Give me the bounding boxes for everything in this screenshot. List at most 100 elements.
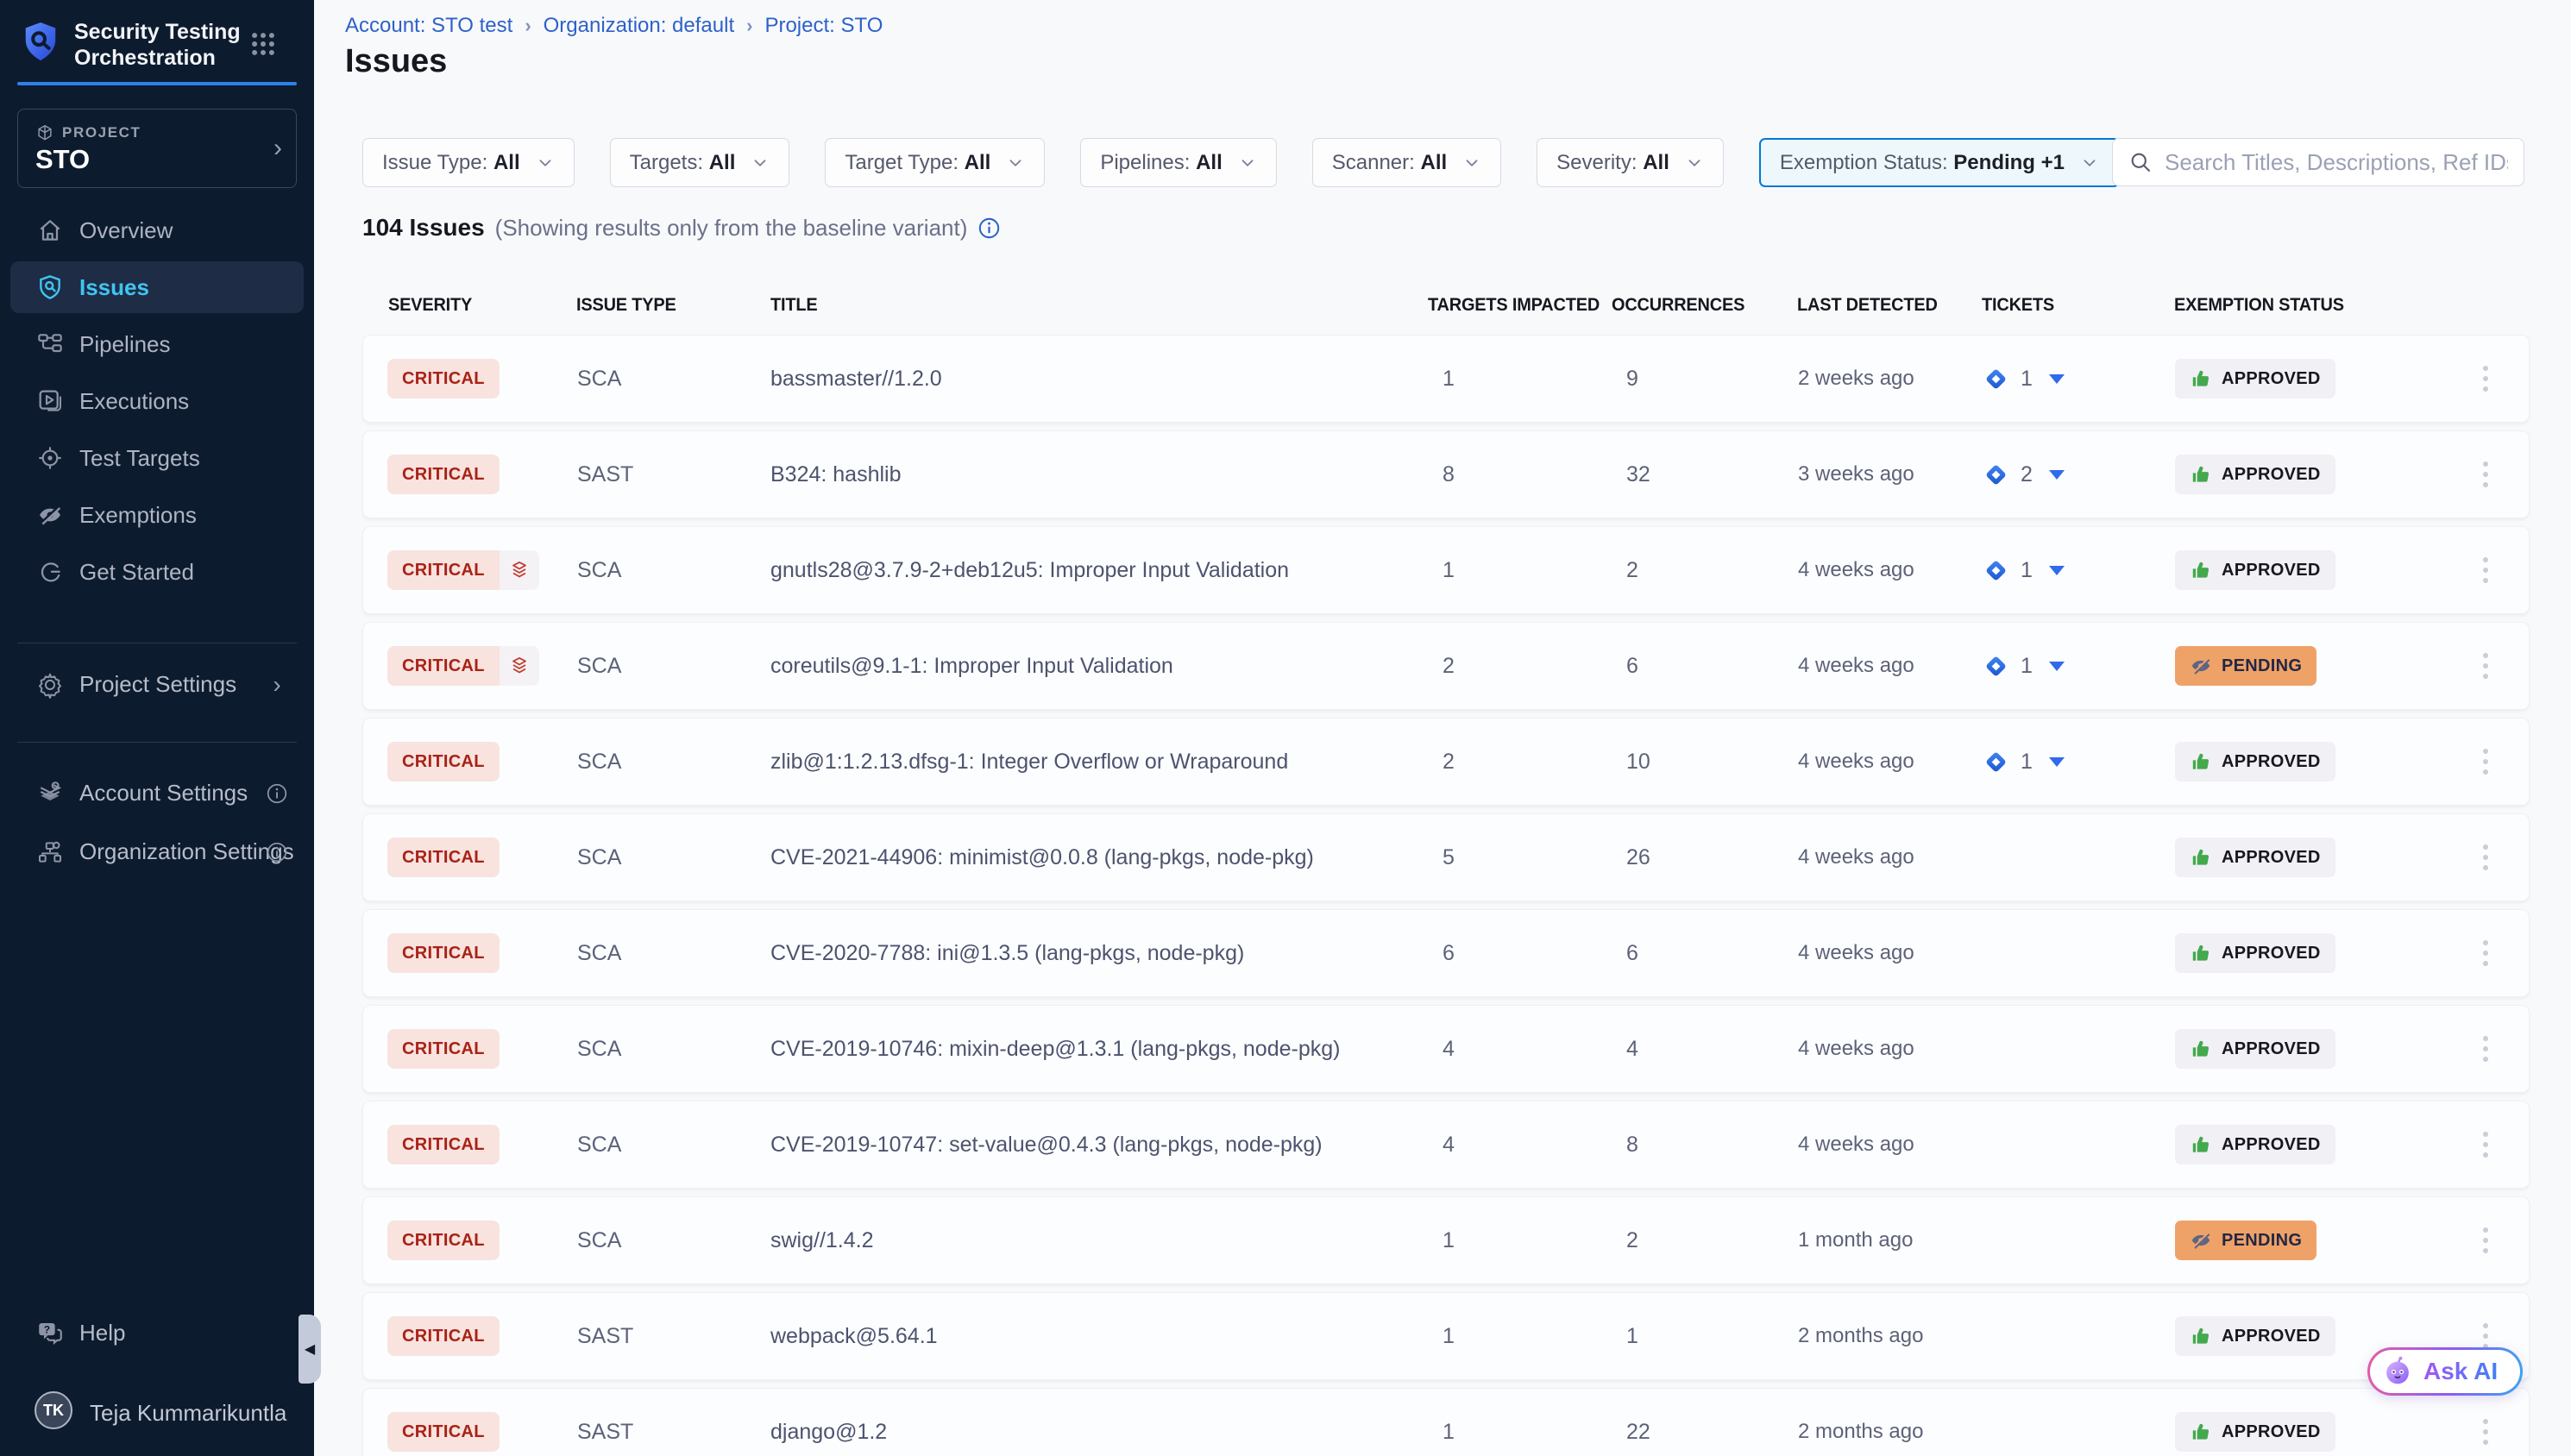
breadcrumb-account[interactable]: Account: STO test (345, 14, 512, 38)
sidebar-item-project-settings[interactable]: Project Settings › (0, 656, 314, 713)
sidebar-collapse-handle[interactable]: ◀ (299, 1315, 321, 1384)
filter-scanner[interactable]: Scanner: All (1312, 138, 1501, 187)
page-title: Issues (345, 43, 447, 80)
user-menu[interactable]: TK Teja Kummarikuntla (0, 1383, 314, 1440)
status-label: APPROVED (2222, 848, 2321, 868)
app-grid-icon[interactable] (248, 29, 278, 59)
project-selector[interactable]: PROJECT STO › (17, 109, 297, 188)
exemption-status-cell: APPROVED (2175, 336, 2335, 422)
filter-exemption-status[interactable]: Exemption Status: Pending +1 (1759, 138, 2120, 187)
info-icon[interactable] (977, 217, 1001, 240)
row-menu-button[interactable] (2468, 623, 2503, 709)
filter-severity[interactable]: Severity: All (1537, 138, 1724, 187)
jira-ticket-icon[interactable] (1983, 461, 2009, 488)
last-detected-cell: 4 weeks ago (1798, 1006, 1914, 1092)
sidebar-item-test-targets[interactable]: Test Targets (0, 430, 314, 486)
issue-title[interactable]: B324: hashlib (770, 431, 902, 518)
main-content: Account: STO test › Organization: defaul… (314, 0, 2571, 1456)
ticket-caret-down-icon[interactable] (2049, 566, 2065, 575)
row-menu-button[interactable] (2468, 719, 2503, 805)
table-row[interactable]: CRITICAL SAST webpack@5.64.1 1 1 2 month… (362, 1292, 2530, 1380)
table-row[interactable]: CRITICAL SCA gnutls28@3.7.9-2+deb12u5: I… (362, 526, 2530, 614)
status-label: PENDING (2222, 656, 2302, 676)
table-row[interactable]: CRITICAL SCA CVE-2020-7788: ini@1.3.5 (l… (362, 909, 2530, 997)
issue-title[interactable]: swig//1.4.2 (770, 1197, 874, 1283)
table-row[interactable]: CRITICAL SCA bassmaster//1.2.0 1 9 2 wee… (362, 335, 2530, 423)
chevron-down-icon (751, 154, 770, 173)
occurrences-cell: 22 (1626, 1389, 1650, 1456)
issue-title[interactable]: CVE-2020-7788: ini@1.3.5 (lang-pkgs, nod… (770, 910, 1244, 996)
row-menu-button[interactable] (2468, 1101, 2503, 1188)
issue-type-cell: SCA (577, 719, 621, 805)
table-row[interactable]: CRITICAL SAST django@1.2 1 22 2 months a… (362, 1388, 2530, 1456)
issue-title[interactable]: gnutls28@3.7.9-2+deb12u5: Improper Input… (770, 527, 1289, 613)
table-row[interactable]: CRITICAL SCA CVE-2021-44906: minimist@0.… (362, 813, 2530, 901)
breadcrumb-organization[interactable]: Organization: default (544, 14, 734, 38)
table-row[interactable]: CRITICAL SCA zlib@1:1.2.13.dfsg-1: Integ… (362, 718, 2530, 806)
occurrences-cell: 2 (1626, 527, 1638, 613)
row-menu-button[interactable] (2468, 1006, 2503, 1092)
sidebar-item-help[interactable]: ? Help (0, 1305, 314, 1362)
divider (17, 742, 297, 743)
issue-title[interactable]: CVE-2019-10746: mixin-deep@1.3.1 (lang-p… (770, 1006, 1340, 1092)
ticket-caret-down-icon[interactable] (2049, 470, 2065, 480)
table-row[interactable]: CRITICAL SCA coreutils@9.1-1: Improper I… (362, 622, 2530, 710)
issue-title[interactable]: zlib@1:1.2.13.dfsg-1: Integer Overflow o… (770, 719, 1288, 805)
issue-title[interactable]: CVE-2019-10747: set-value@0.4.3 (lang-pk… (770, 1101, 1323, 1188)
sidebar-item-exemptions[interactable]: Exemptions (0, 486, 314, 543)
project-label: PROJECT (62, 124, 141, 141)
info-icon[interactable] (264, 778, 290, 809)
table-row[interactable]: CRITICAL SCA CVE-2019-10746: mixin-deep@… (362, 1005, 2530, 1093)
targets-impacted-cell: 1 (1443, 1389, 1455, 1456)
chevron-right-icon: › (273, 134, 282, 163)
severity-cell: CRITICAL (387, 1101, 500, 1188)
table-row[interactable]: CRITICAL SCA CVE-2019-10747: set-value@0… (362, 1101, 2530, 1189)
table-row[interactable]: CRITICAL SCA swig//1.4.2 1 2 1 month ago (362, 1196, 2530, 1284)
search-input[interactable] (2165, 149, 2508, 176)
sidebar: Security Testing Orchestration PROJECT S… (0, 0, 314, 1456)
sidebar-item-account-settings[interactable]: Account Settings (0, 765, 314, 822)
issue-title[interactable]: bassmaster//1.2.0 (770, 336, 942, 422)
breadcrumb-project[interactable]: Project: STO (764, 14, 883, 38)
row-menu-button[interactable] (2468, 1389, 2503, 1456)
sidebar-item-issues[interactable]: Issues (0, 259, 314, 316)
cube-icon (35, 123, 54, 142)
issue-title[interactable]: webpack@5.64.1 (770, 1293, 938, 1379)
col-title: TITLE (770, 295, 817, 316)
ticket-caret-down-icon[interactable] (2049, 374, 2065, 384)
row-menu-button[interactable] (2468, 910, 2503, 996)
filter-issue-type[interactable]: Issue Type: All (362, 138, 575, 187)
row-menu-button[interactable] (2468, 1197, 2503, 1283)
jira-ticket-icon[interactable] (1983, 557, 2009, 584)
severity-cell: CRITICAL (387, 336, 500, 422)
kebab-icon (2483, 1227, 2488, 1253)
filter-target-type[interactable]: Target Type: All (825, 138, 1045, 187)
sidebar-item-organization-settings[interactable]: Organization Settings (0, 824, 314, 881)
jira-ticket-icon[interactable] (1983, 366, 2009, 392)
ticket-caret-down-icon[interactable] (2049, 662, 2065, 671)
issue-title[interactable]: coreutils@9.1-1: Improper Input Validati… (770, 623, 1173, 709)
issue-title[interactable]: django@1.2 (770, 1389, 887, 1456)
row-menu-button[interactable] (2468, 814, 2503, 901)
sidebar-item-get-started[interactable]: Get Started (0, 543, 314, 600)
severity-badge: CRITICAL (387, 838, 500, 877)
filter-targets[interactable]: Targets: All (610, 138, 790, 187)
home-icon (35, 215, 66, 246)
ask-ai-button[interactable]: Ask AI (2367, 1347, 2523, 1396)
row-menu-button[interactable] (2468, 431, 2503, 518)
table-row[interactable]: CRITICAL SAST B324: hashlib 8 32 3 weeks… (362, 430, 2530, 518)
exemption-status-cell: APPROVED (2175, 527, 2335, 613)
sidebar-item-pipelines[interactable]: Pipelines (0, 316, 314, 373)
ticket-caret-down-icon[interactable] (2049, 757, 2065, 767)
row-menu-button[interactable] (2468, 336, 2503, 422)
sidebar-item-executions[interactable]: Executions (0, 373, 314, 430)
issue-title[interactable]: CVE-2021-44906: minimist@0.0.8 (lang-pkg… (770, 814, 1314, 901)
jira-ticket-icon[interactable] (1983, 749, 2009, 775)
exemption-status-cell: APPROVED (2175, 1293, 2335, 1379)
row-menu-button[interactable] (2468, 527, 2503, 613)
info-icon[interactable] (264, 837, 290, 868)
jira-ticket-icon[interactable] (1983, 653, 2009, 680)
issues-shield-icon (35, 272, 66, 303)
filter-pipelines[interactable]: Pipelines: All (1080, 138, 1276, 187)
sidebar-item-overview[interactable]: Overview (0, 202, 314, 259)
